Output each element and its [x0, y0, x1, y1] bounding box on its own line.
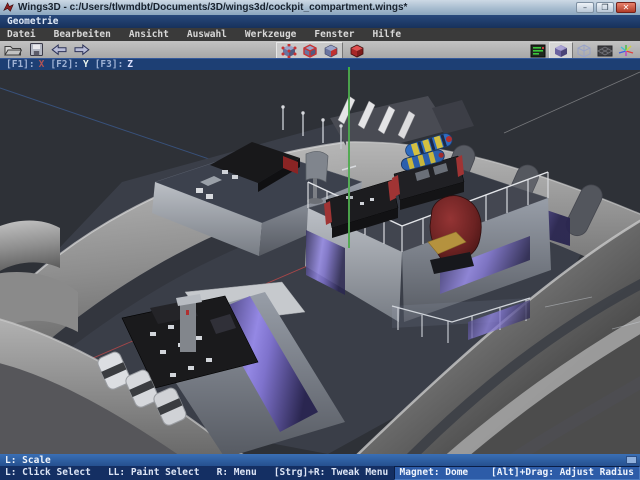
toolbar [0, 41, 640, 59]
open-file-button[interactable] [2, 42, 24, 57]
undo-button[interactable] [48, 42, 70, 57]
menu-auswahl[interactable]: Auswahl [178, 28, 236, 41]
select-edge-button[interactable] [299, 43, 320, 58]
show-axes-button[interactable] [616, 43, 636, 58]
edge-mode-cube-icon [302, 44, 318, 58]
smooth-shaded-button[interactable] [551, 43, 571, 58]
window-title: Wings3D - c:/Users/tlwmdbt/Documents/3D/… [18, 2, 576, 13]
face-mode-cube-icon [323, 44, 339, 58]
axes-icon [618, 44, 634, 58]
undo-arrow-icon [49, 42, 69, 57]
magnet-info: Magnet: Dome [Alt]+Drag: Adjust Radius [394, 466, 640, 480]
save-file-button[interactable] [25, 42, 47, 57]
toggle-view-info-button[interactable] [528, 43, 548, 58]
mouse-hints: L: Click Select LL: Paint Select R: Menu… [5, 466, 388, 480]
vertex-mode-cube-icon [281, 44, 297, 58]
wireframe-cube-icon [576, 44, 592, 58]
smooth-shaded-cube-icon [553, 44, 569, 58]
message-bar: L: Scale [0, 454, 640, 466]
menubar: Datei Bearbeiten Ansicht Auswahl Werkzeu… [0, 28, 640, 42]
minimize-button[interactable]: – [576, 2, 594, 13]
viewport-3d-scene[interactable] [0, 70, 640, 454]
message-text: L: Scale [5, 455, 51, 466]
ground-plane-button[interactable] [595, 43, 615, 58]
restore-button[interactable]: ❐ [596, 2, 614, 13]
redo-arrow-icon [72, 42, 92, 57]
wireframe-button[interactable] [574, 43, 594, 58]
ground-grid-icon [597, 44, 613, 58]
save-disk-icon [29, 42, 44, 57]
open-folder-icon [4, 43, 22, 57]
menu-werkzeuge[interactable]: Werkzeuge [236, 28, 305, 41]
os-titlebar: Wings3D - c:/Users/tlwmdbt/Documents/3D/… [0, 0, 640, 15]
menu-bearbeiten[interactable]: Bearbeiten [45, 28, 120, 41]
menu-fenster[interactable]: Fenster [305, 28, 363, 41]
menu-hilfe[interactable]: Hilfe [363, 28, 410, 41]
status-bar: L: Click Select LL: Paint Select R: Menu… [0, 466, 640, 480]
resize-grip[interactable] [626, 456, 637, 464]
body-mode-cube-icon [349, 44, 365, 58]
select-vertex-button[interactable] [278, 43, 299, 58]
viewport[interactable] [0, 70, 640, 454]
menu-ansicht[interactable]: Ansicht [120, 28, 178, 41]
wings3d-window: Wings3D - c:/Users/tlwmdbt/Documents/3D/… [0, 0, 640, 480]
menu-datei[interactable]: Datei [0, 28, 45, 41]
select-face-button[interactable] [320, 43, 341, 58]
close-button[interactable]: ✕ [616, 2, 636, 13]
view-info-icon [530, 44, 546, 58]
select-body-button[interactable] [346, 43, 367, 58]
geometry-window-title: Geometrie [7, 16, 58, 27]
geometry-window-titlebar[interactable]: Geometrie [0, 15, 640, 28]
redo-button[interactable] [71, 42, 93, 57]
wings3d-logo-icon [3, 2, 14, 13]
